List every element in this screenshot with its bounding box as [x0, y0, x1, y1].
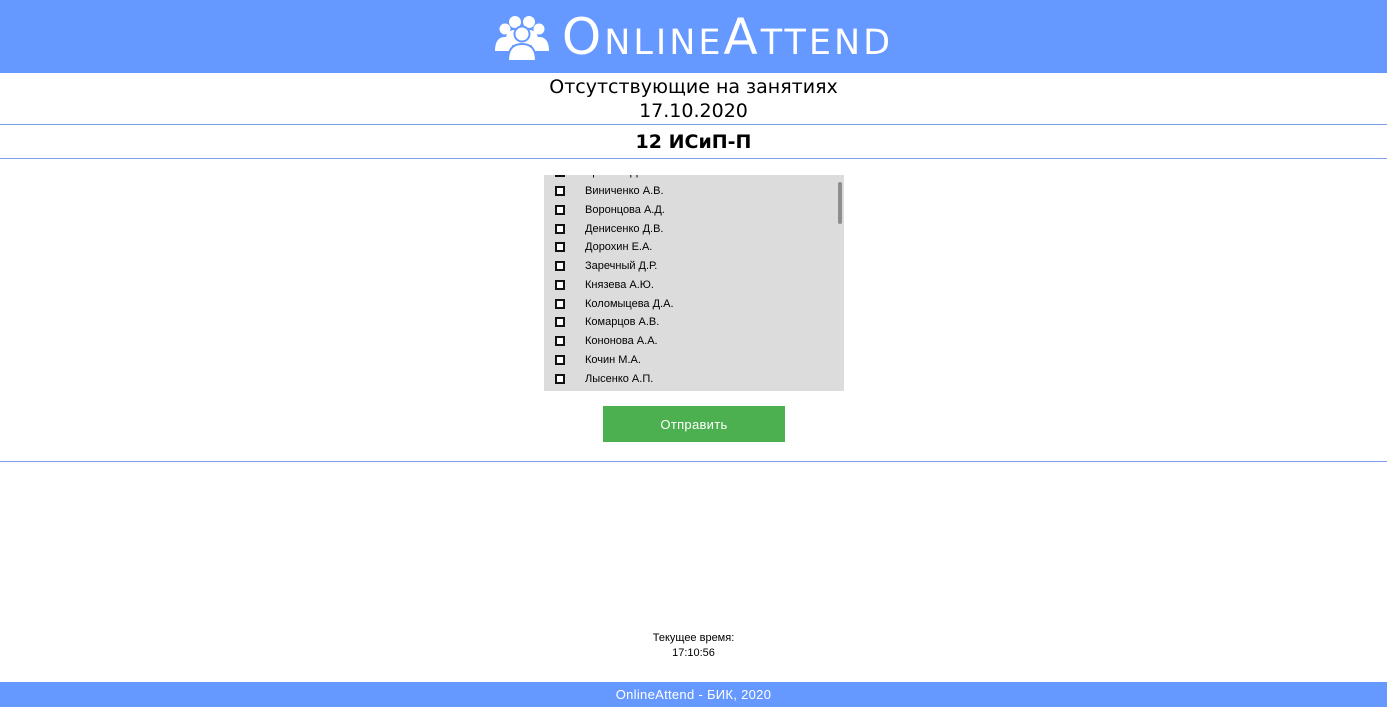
- app-header: OnlineAttend: [0, 0, 1387, 73]
- page-date: 17.10.2020: [639, 100, 748, 122]
- divider: [0, 461, 1387, 462]
- student-row[interactable]: Виниченко А.В.: [544, 182, 836, 201]
- submit-button[interactable]: Отправить: [603, 406, 785, 442]
- page-heading: Отсутствующие на занятиях: [549, 76, 838, 98]
- brand-logo[interactable]: OnlineAttend: [494, 12, 893, 62]
- absence-checkbox[interactable]: [555, 242, 565, 253]
- student-row[interactable]: Комарцов А.В.: [544, 313, 836, 332]
- student-row[interactable]: Князева А.Ю.: [544, 276, 836, 295]
- student-name: Дорохин Е.А.: [585, 241, 653, 254]
- student-row[interactable]: Дорохин Е.А.: [544, 238, 836, 257]
- absence-checkbox[interactable]: [555, 279, 565, 290]
- absence-checkbox[interactable]: [555, 223, 565, 234]
- student-name: Кононова А.А.: [585, 335, 658, 348]
- absence-checkbox[interactable]: [555, 317, 565, 328]
- scrollbar-thumb[interactable]: [838, 182, 842, 224]
- absence-checkbox[interactable]: [555, 186, 565, 197]
- student-name: Денисенко Д.В.: [585, 222, 664, 235]
- student-row[interactable]: Денисенко Д.В.: [544, 219, 836, 238]
- student-row[interactable]: Лысенко А.П.: [544, 369, 836, 388]
- student-name: Заречный Д.Р.: [585, 260, 658, 273]
- student-name: Лысенко А.П.: [585, 372, 654, 385]
- student-row[interactable]: Кочин М.А.: [544, 351, 836, 370]
- student-name: Виниченко А.В.: [585, 185, 664, 198]
- divider: [0, 158, 1387, 159]
- clock-label: Текущее время:: [652, 632, 735, 644]
- students-list[interactable]: Братчин Д.А. Виниченко А.В. Воронцова А.Д.…: [544, 175, 844, 391]
- absence-checkbox[interactable]: [555, 373, 565, 384]
- student-name: Князева А.Ю.: [585, 278, 654, 291]
- student-row[interactable]: Заречный Д.Р.: [544, 257, 836, 276]
- absence-checkbox[interactable]: [555, 298, 565, 309]
- student-row[interactable]: Кононова А.А.: [544, 332, 836, 351]
- group-title: 12 ИСиП-П: [635, 131, 752, 153]
- absence-checkbox[interactable]: [555, 175, 565, 178]
- student-name: Братчин Д.А.: [585, 175, 651, 178]
- absence-checkbox[interactable]: [555, 261, 565, 272]
- student-name: Коломыцева Д.А.: [585, 297, 674, 310]
- app-footer: OnlineAttend - БИК, 2020: [0, 682, 1387, 707]
- brand-name: OnlineAttend: [561, 7, 894, 66]
- students-list-content: Братчин Д.А. Виниченко А.В. Воронцова А.Д.…: [544, 175, 836, 388]
- divider: [0, 124, 1387, 125]
- student-name: Кочин М.А.: [585, 353, 641, 366]
- absence-checkbox[interactable]: [555, 336, 565, 347]
- users-group-icon: [494, 15, 549, 61]
- absence-checkbox[interactable]: [555, 204, 565, 215]
- page-title: Отсутствующие на занятиях 17.10.2020: [0, 75, 1387, 123]
- list-scrollbar[interactable]: [836, 175, 844, 391]
- student-name: Комарцов А.В.: [585, 316, 660, 329]
- clock-time: 17:10:56: [672, 647, 715, 659]
- student-name: Воронцова А.Д.: [585, 203, 665, 216]
- student-row[interactable]: Братчин Д.А.: [544, 175, 836, 182]
- footer-text: OnlineAttend - БИК, 2020: [615, 687, 772, 702]
- absence-checkbox[interactable]: [555, 354, 565, 365]
- student-row[interactable]: Воронцова А.Д.: [544, 201, 836, 220]
- student-row[interactable]: Коломыцева Д.А.: [544, 294, 836, 313]
